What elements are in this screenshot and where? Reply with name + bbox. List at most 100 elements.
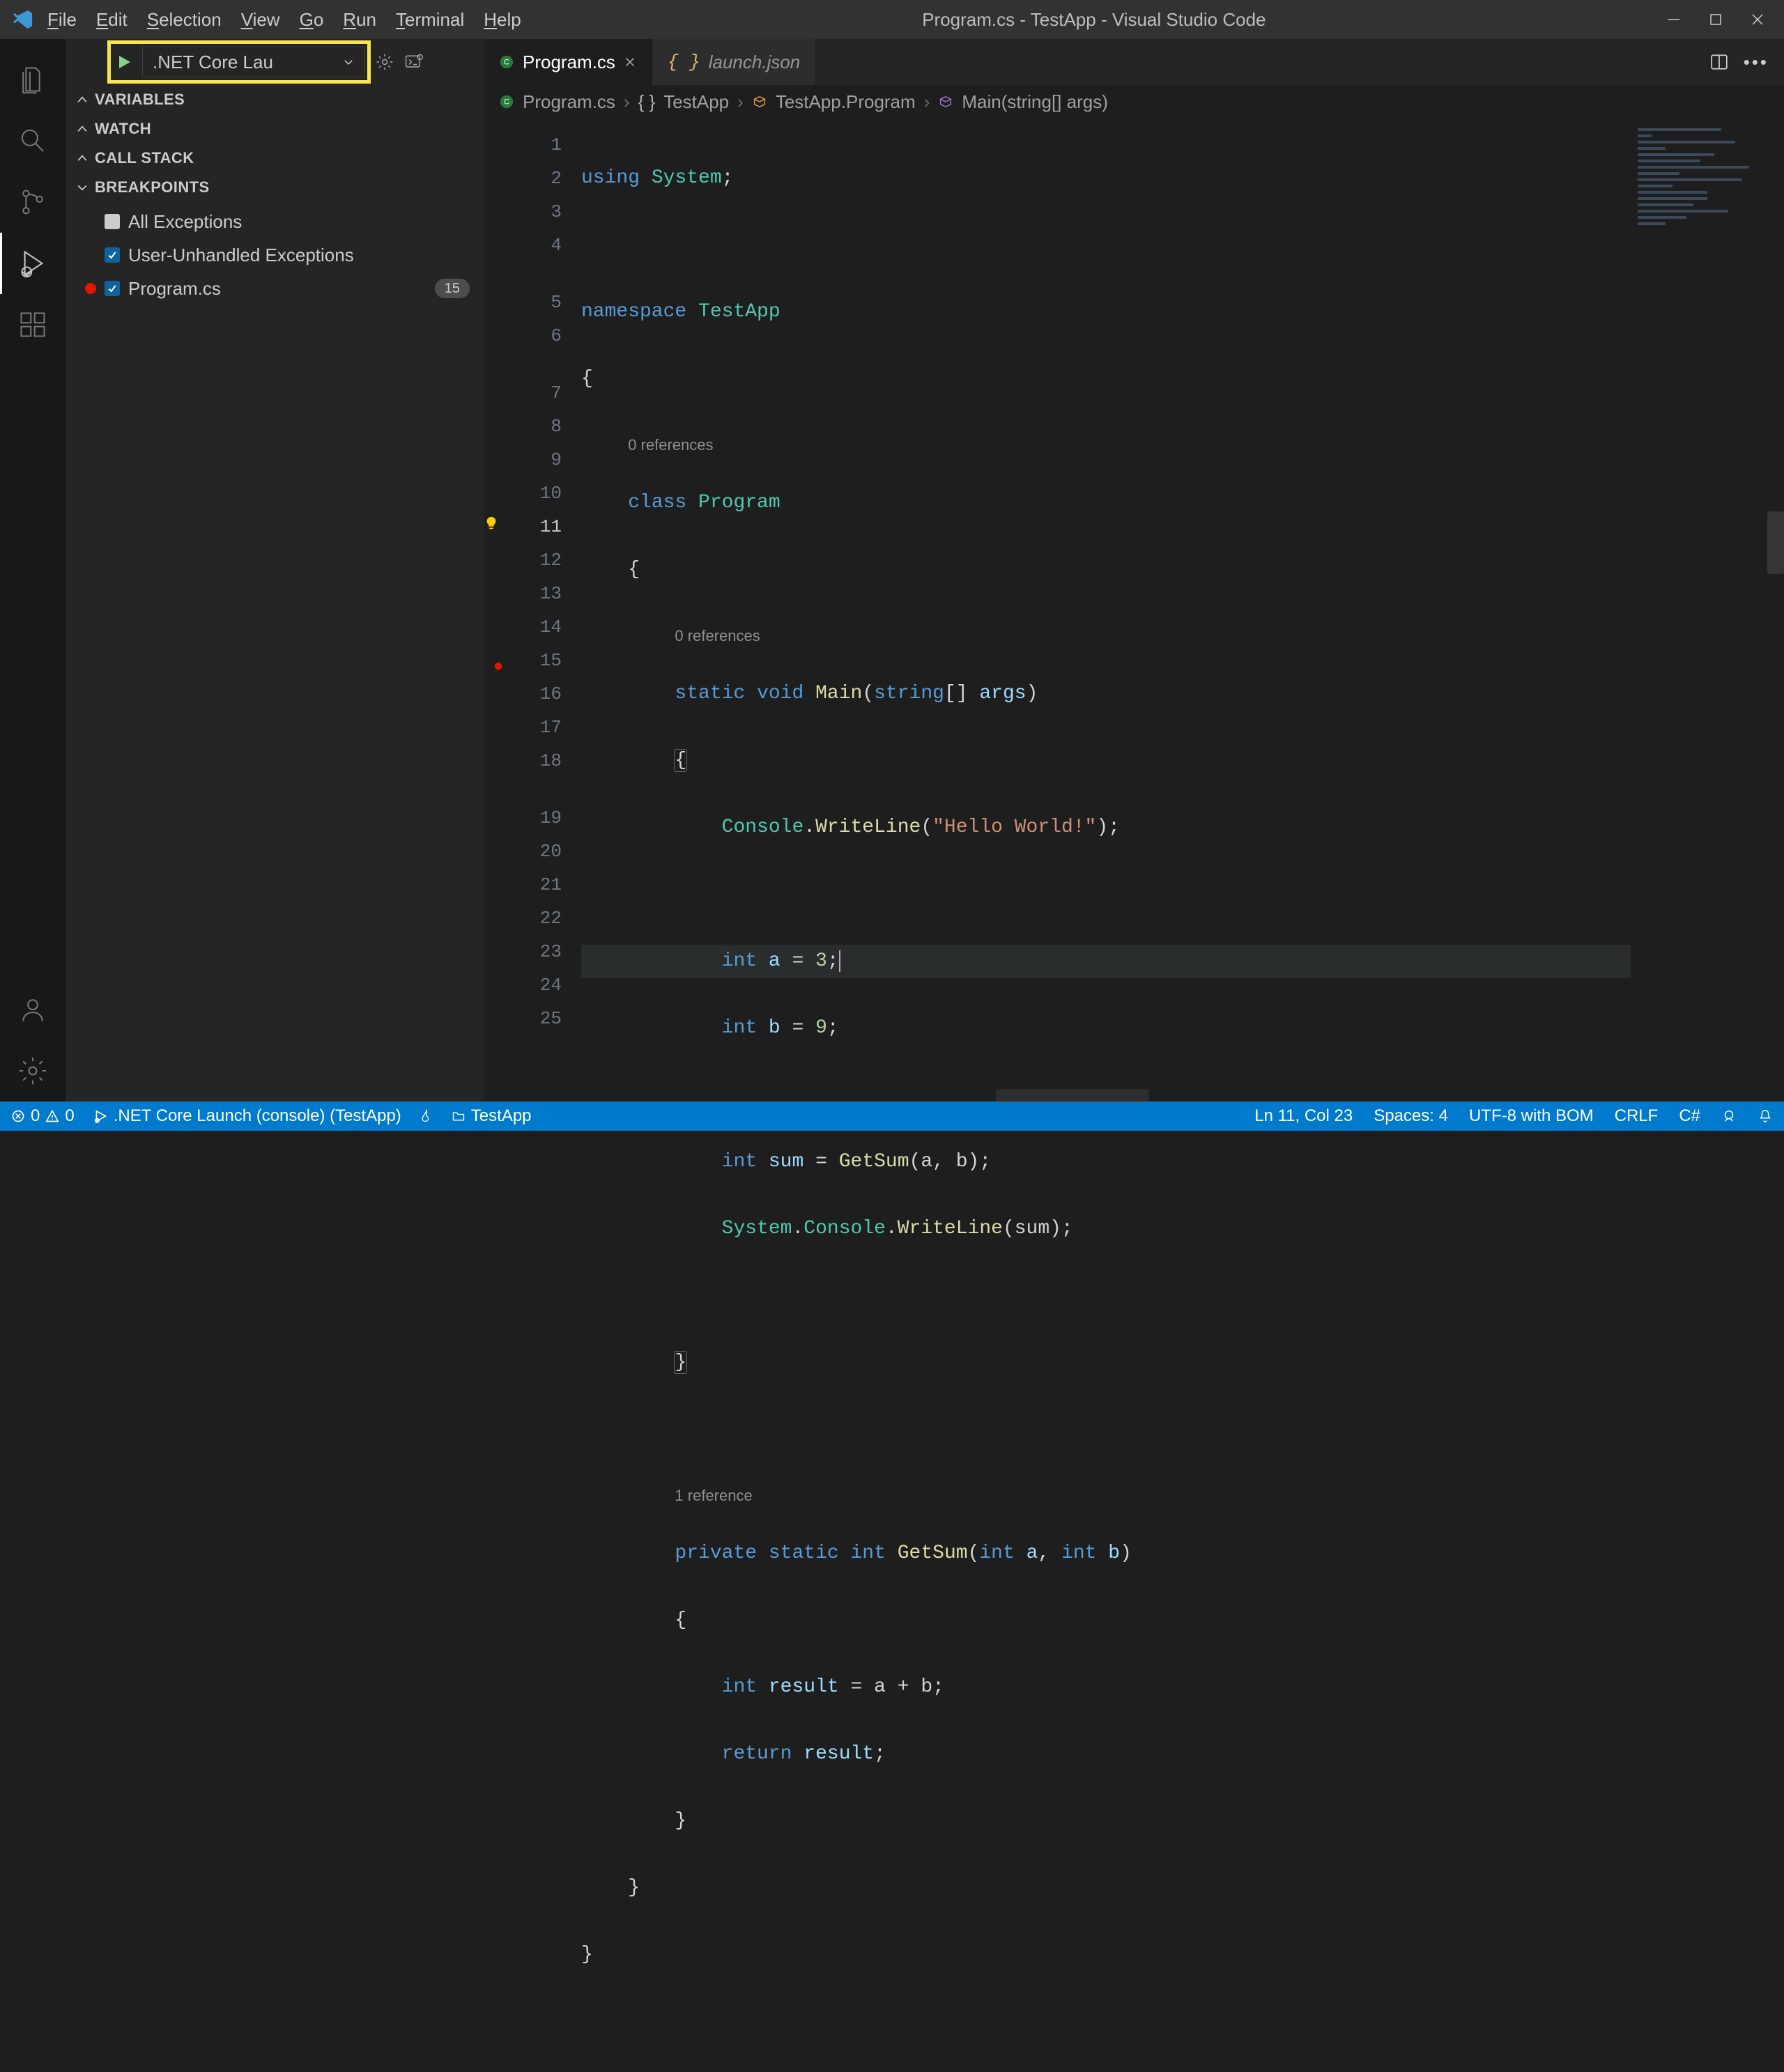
maximize-button[interactable] xyxy=(1709,13,1723,26)
launch-config-settings-button[interactable] xyxy=(375,52,394,72)
close-button[interactable] xyxy=(1751,13,1764,26)
minimize-button[interactable] xyxy=(1667,13,1681,26)
split-editor-button[interactable] xyxy=(1710,53,1728,71)
bell-icon xyxy=(1758,1108,1773,1124)
breakpoint-user-unhandled[interactable]: User-Unhandled Exceptions xyxy=(66,238,484,272)
chevron-down-icon xyxy=(342,56,355,68)
start-debug-button[interactable] xyxy=(116,54,132,70)
breadcrumb-item[interactable]: TestApp xyxy=(663,91,729,113)
menu-selection[interactable]: Selection xyxy=(147,9,222,31)
watch-section[interactable]: WATCH xyxy=(66,114,484,144)
glyph-margin: ● xyxy=(484,118,513,1101)
launch-config-label: .NET Core Lau xyxy=(153,52,273,73)
run-and-debug-panel: .NET Core Lau VARIABLES WATCH CALL STACK xyxy=(66,39,484,1101)
class-icon xyxy=(752,94,767,109)
close-tab-button[interactable] xyxy=(624,56,636,68)
workbench: .NET Core Lau VARIABLES WATCH CALL STACK xyxy=(0,39,1784,1101)
debug-console-button[interactable] xyxy=(404,52,424,72)
extensions-tab[interactable] xyxy=(0,294,66,355)
chevron-down-icon xyxy=(75,180,89,194)
error-icon xyxy=(11,1109,25,1123)
flame-icon xyxy=(420,1109,433,1123)
checkbox-checked-icon[interactable] xyxy=(105,281,120,296)
breakpoint-dot-icon xyxy=(85,283,96,294)
json-file-icon: { } xyxy=(668,52,700,72)
menu-help[interactable]: Help xyxy=(484,9,521,31)
window-controls xyxy=(1667,13,1771,26)
breadcrumb-item[interactable]: Main(string[] args) xyxy=(962,91,1108,113)
feedback-button[interactable] xyxy=(1721,1108,1737,1124)
run-debug-tab[interactable] xyxy=(0,233,66,294)
vertical-scrollbar[interactable] xyxy=(1767,511,1784,574)
menu-run[interactable]: Run xyxy=(343,9,376,31)
breakpoints-section[interactable]: BREAKPOINTS xyxy=(66,173,484,202)
breakpoints-body: All Exceptions User-Unhandled Exceptions… xyxy=(66,202,484,308)
variables-label: VARIABLES xyxy=(95,91,185,109)
folder-icon xyxy=(452,1109,466,1123)
breakpoints-label: BREAKPOINTS xyxy=(95,178,210,196)
breakpoint-file[interactable]: Program.cs 15 xyxy=(66,272,484,305)
problems-status[interactable]: 0 0 xyxy=(11,1106,75,1126)
activity-bar xyxy=(0,39,66,1101)
chevron-right-icon xyxy=(75,93,89,107)
menu-bar: Filedocument.currentScript.previousEleme… xyxy=(47,9,521,31)
vscode-logo-icon xyxy=(13,9,33,30)
accounts-button[interactable] xyxy=(0,979,66,1040)
chevron-right-icon xyxy=(75,122,89,136)
csharp-file-icon: C xyxy=(499,54,514,70)
breakpoint-dot-icon[interactable]: ● xyxy=(484,656,513,676)
breadcrumb-bar[interactable]: C Program.cs › { } TestApp › TestApp.Pro… xyxy=(484,85,1784,118)
csharp-file-icon: C xyxy=(499,94,514,109)
menu-file[interactable]: Filedocument.currentScript.previousEleme… xyxy=(47,9,77,31)
chevron-right-icon: › xyxy=(924,91,930,113)
omnisharp-status[interactable] xyxy=(420,1109,433,1123)
bp-label: Program.cs xyxy=(128,278,221,300)
debug-icon xyxy=(93,1108,108,1124)
title-bar: Filedocument.currentScript.previousEleme… xyxy=(0,0,1784,39)
checkbox-unchecked-icon[interactable] xyxy=(105,214,120,229)
watch-label: WATCH xyxy=(95,120,151,138)
method-icon xyxy=(938,94,953,109)
debug-toolbar: .NET Core Lau xyxy=(66,39,484,85)
tab-launch-json[interactable]: { } launch.json xyxy=(652,39,816,85)
source-control-tab[interactable] xyxy=(0,171,66,233)
menu-terminal[interactable]: Terminal xyxy=(396,9,464,31)
code-content[interactable]: using System; namespace TestApp { 0 refe… xyxy=(573,118,1631,1101)
callstack-label: CALL STACK xyxy=(95,149,194,167)
more-actions-button[interactable]: ••• xyxy=(1744,52,1769,73)
feedback-icon xyxy=(1721,1108,1737,1124)
checkbox-checked-icon[interactable] xyxy=(105,247,120,263)
notifications-button[interactable] xyxy=(1758,1108,1773,1124)
tab-label: Program.cs xyxy=(523,52,615,73)
language-status[interactable]: C# xyxy=(1679,1106,1700,1126)
bp-label: User-Unhandled Exceptions xyxy=(128,245,354,266)
lightbulb-icon[interactable] xyxy=(484,516,513,531)
breadcrumb-item[interactable]: Program.cs xyxy=(523,91,615,113)
svg-text:C: C xyxy=(504,98,509,107)
explorer-tab[interactable] xyxy=(0,49,66,110)
breadcrumb-item[interactable]: TestApp.Program xyxy=(776,91,916,113)
minimap[interactable] xyxy=(1631,118,1784,1101)
horizontal-scrollbar[interactable] xyxy=(996,1089,1149,1104)
tab-program-cs[interactable]: C Program.cs xyxy=(484,39,652,85)
settings-gear-button[interactable] xyxy=(0,1040,66,1101)
chevron-right-icon: › xyxy=(624,91,630,113)
namespace-icon: { } xyxy=(638,91,656,113)
warning-icon xyxy=(45,1109,59,1123)
menu-view[interactable]: View xyxy=(241,9,280,31)
search-tab[interactable] xyxy=(0,110,66,171)
variables-section[interactable]: VARIABLES xyxy=(66,85,484,114)
editor-group: C Program.cs { } launch.json ••• C xyxy=(484,39,1784,1101)
window-title: Program.cs - TestApp - Visual Studio Cod… xyxy=(521,9,1667,31)
callstack-section[interactable]: CALL STACK xyxy=(66,144,484,173)
bp-label: All Exceptions xyxy=(128,211,242,233)
debug-target-status[interactable]: .NET Core Launch (console) (TestApp) xyxy=(93,1106,401,1126)
code-editor[interactable]: ● 1234 56 789101112131415161718 19202122… xyxy=(484,118,1784,1101)
breakpoint-all-exceptions[interactable]: All Exceptions xyxy=(66,205,484,238)
menu-go[interactable]: Go xyxy=(300,9,324,31)
folder-status[interactable]: TestApp xyxy=(452,1106,532,1126)
chevron-right-icon: › xyxy=(737,91,744,113)
launch-config-dropdown[interactable]: .NET Core Lau xyxy=(142,47,365,77)
menu-edit[interactable]: Edit xyxy=(96,9,128,31)
editor-tabbar: C Program.cs { } launch.json ••• xyxy=(484,39,1784,85)
